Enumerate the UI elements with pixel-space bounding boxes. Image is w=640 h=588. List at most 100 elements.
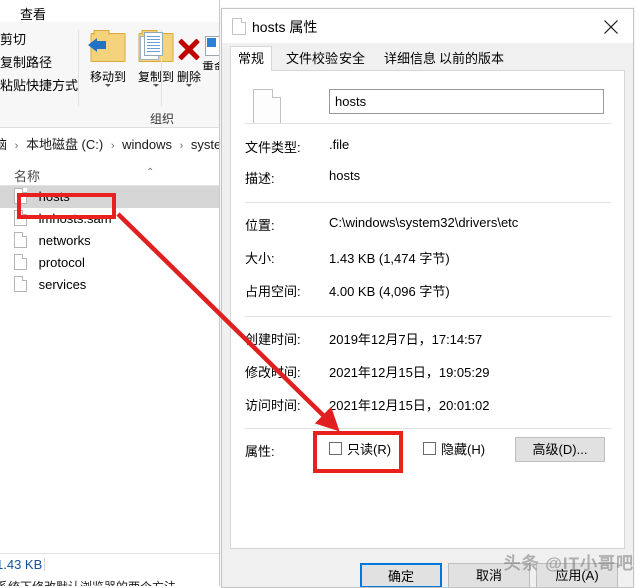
ribbon-copy-path[interactable]: 复制路径 xyxy=(0,51,76,74)
clipped-page-text: 系统下修改默认浏览器的两个方法 xyxy=(0,578,219,586)
list-column-header[interactable]: 名称 ⌃ xyxy=(0,163,219,186)
ribbon-cut[interactable]: 剪切 xyxy=(0,28,76,51)
chevron-down-icon[interactable] xyxy=(186,84,192,87)
field-value: 2019年12月7日，17:14:57 xyxy=(329,332,483,347)
hidden-checkbox[interactable]: 隐藏(H) xyxy=(423,439,485,458)
tab-security[interactable]: 安全 xyxy=(332,47,372,71)
list-item[interactable]: services xyxy=(0,274,219,296)
checkbox-box[interactable] xyxy=(329,442,342,455)
list-item[interactable]: networks xyxy=(0,230,219,252)
field-value: 1.43 KB (1,474 字节) xyxy=(329,251,450,266)
ribbon-paste-shortcut[interactable]: 粘贴快捷方式 xyxy=(0,74,78,97)
field-file-type: 文件类型: .file xyxy=(231,137,624,164)
dialog-body: 文件类型: .file 描述: hosts 位置: C:\windows\sys… xyxy=(230,71,625,549)
field-size-on-disk: 占用空间: 4.00 KB (4,096 字节) xyxy=(231,281,624,308)
hidden-label: 隐藏(H) xyxy=(441,442,486,457)
file-icon xyxy=(253,89,281,124)
breadcrumb-item-local-disk[interactable]: 本地磁盘 (C:) xyxy=(26,137,103,152)
breadcrumb-separator: › xyxy=(14,140,19,152)
status-selected-size: 1.43 KB xyxy=(0,557,43,572)
field-value: C:\windows\system32\drivers\etc xyxy=(329,215,519,230)
ribbon-group-label-organize: 组织 xyxy=(150,112,175,126)
field-label: 大小: xyxy=(245,251,275,266)
ribbon-delete-label: 删除 xyxy=(176,70,201,84)
breadcrumb[interactable]: 脑 › 本地磁盘 (C:) › windows › syste xyxy=(0,130,219,154)
field-label: 文件类型: xyxy=(245,140,301,155)
field-label: 位置: xyxy=(245,218,275,233)
file-name: hosts xyxy=(38,189,70,204)
divider xyxy=(245,123,611,124)
ribbon-move-to-button[interactable]: 移动到 xyxy=(84,30,132,87)
sort-ascending-icon: ⌃ xyxy=(146,167,155,178)
file-name: protocol xyxy=(38,255,85,270)
dialog-footer: 确定 取消 应用(A) xyxy=(222,549,633,587)
attributes-row: 属性: 只读(R) 隐藏(H) 高级(D)... xyxy=(231,437,624,477)
ok-button[interactable]: 确定 xyxy=(360,563,442,587)
filename-input[interactable] xyxy=(329,89,604,114)
field-description: 描述: hosts xyxy=(231,168,624,195)
file-icon xyxy=(14,276,27,292)
field-label: 修改时间: xyxy=(245,365,301,380)
ribbon-rename-button[interactable]: 重命名 xyxy=(200,30,219,70)
status-divider xyxy=(44,558,45,571)
file-name: networks xyxy=(38,233,91,248)
list-item[interactable]: hosts xyxy=(0,186,219,208)
file-icon xyxy=(232,18,246,35)
field-value: 2021年12月15日，20:01:02 xyxy=(329,398,490,413)
ribbon-rename-label: 重命名 xyxy=(202,60,219,70)
list-item[interactable]: protocol xyxy=(0,252,219,274)
close-icon[interactable] xyxy=(589,9,633,41)
file-explorer-window: 查看 剪切 复制路径 粘贴快捷方式 移动到 复制到 删除 重 组织 › 本地磁盘… xyxy=(0,0,220,586)
apply-button[interactable]: 应用(A) xyxy=(536,563,618,587)
readonly-label: 只读(R) xyxy=(347,442,392,457)
dialog-titlebar[interactable]: hosts 属性 xyxy=(222,9,633,43)
file-icon xyxy=(14,254,27,270)
breadcrumb-separator: › xyxy=(179,140,184,152)
breadcrumb-item-windows[interactable]: windows xyxy=(122,137,172,152)
divider xyxy=(245,316,611,317)
field-label: 描述: xyxy=(245,171,275,186)
chevron-down-icon[interactable] xyxy=(153,84,159,87)
field-value: .file xyxy=(329,137,350,152)
field-accessed: 访问时间: 2021年12月15日，20:01:02 xyxy=(231,395,624,422)
list-item[interactable]: lmhosts.sam xyxy=(0,208,219,230)
clipboard-group: 剪切 复制路径 粘贴快捷方式 xyxy=(0,28,78,97)
file-name: services xyxy=(38,277,87,292)
file-icon xyxy=(14,210,27,226)
chevron-down-icon[interactable] xyxy=(105,84,111,87)
dialog-tabstrip: 常规 文件校验 安全 详细信息 以前的版本 xyxy=(222,43,633,72)
file-icon xyxy=(14,188,27,204)
field-size: 大小: 1.43 KB (1,474 字节) xyxy=(231,248,624,275)
cancel-button[interactable]: 取消 xyxy=(448,563,530,587)
filename-row xyxy=(231,85,624,137)
breadcrumb-separator: › xyxy=(110,140,115,152)
file-icon xyxy=(14,232,27,248)
field-value: 2021年12月15日，19:05:29 xyxy=(329,365,490,380)
ribbon-tabstrip: 查看 xyxy=(0,0,219,27)
breadcrumb-item-system32[interactable]: syste xyxy=(191,137,219,152)
field-label: 创建时间: xyxy=(245,332,301,347)
field-value: 4.00 KB (4,096 字节) xyxy=(329,284,450,299)
tab-previous-versions[interactable]: 以前的版本 xyxy=(432,47,511,71)
field-location: 位置: C:\windows\system32\drivers\etc xyxy=(231,215,624,242)
field-label: 访问时间: xyxy=(245,398,301,413)
tab-general[interactable]: 常规 xyxy=(230,46,273,72)
ribbon-panel: 剪切 复制路径 粘贴快捷方式 移动到 复制到 删除 重 组织 xyxy=(0,22,219,128)
field-created: 创建时间: 2019年12月7日，17:14:57 xyxy=(231,329,624,356)
folder-move-icon xyxy=(84,30,132,70)
readonly-checkbox[interactable]: 只读(R) xyxy=(329,439,391,458)
divider xyxy=(245,202,611,203)
file-properties-dialog: hosts 属性 常规 文件校验 安全 详细信息 以前的版本 文件类型: .fi… xyxy=(221,8,634,588)
column-header-name[interactable]: 名称 xyxy=(14,166,40,185)
file-list: hosts lmhosts.sam networks protocol serv… xyxy=(0,186,219,296)
attributes-label: 属性: xyxy=(245,444,275,459)
dialog-title: hosts 属性 xyxy=(252,19,318,35)
advanced-button[interactable]: 高级(D)... xyxy=(515,437,605,462)
field-modified: 修改时间: 2021年12月15日，19:05:29 xyxy=(231,362,624,389)
field-label: 占用空间: xyxy=(245,284,301,299)
divider xyxy=(245,428,611,429)
file-name: lmhosts.sam xyxy=(38,211,112,226)
breadcrumb-item-pc[interactable]: 脑 xyxy=(0,137,7,152)
checkbox-box[interactable] xyxy=(423,442,436,455)
ribbon-move-to-label: 移动到 xyxy=(89,70,126,84)
